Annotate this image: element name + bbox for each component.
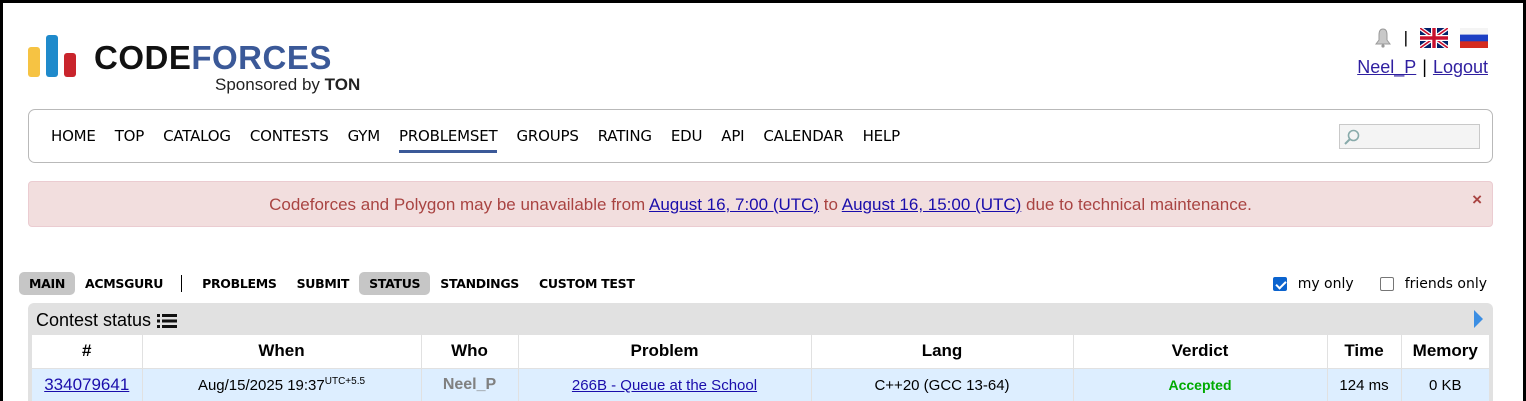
nav-help[interactable]: HELP: [863, 127, 901, 151]
submenu-standings[interactable]: STANDINGS: [430, 272, 529, 295]
submenu-divider: [181, 274, 183, 292]
submenu-status[interactable]: STATUS: [359, 271, 431, 295]
submission-when: Aug/15/2025 19:37UTC+5.5: [142, 367, 422, 401]
submenu-custom-test[interactable]: CUSTOM TEST: [529, 272, 645, 295]
list-icon: [157, 313, 178, 328]
nav-contests[interactable]: CONTESTS: [250, 127, 329, 151]
col-verdict: Verdict: [1073, 335, 1328, 368]
play-arrow-icon[interactable]: [1474, 310, 1483, 328]
nav-rating[interactable]: RATING: [598, 127, 652, 151]
col-problem: Problem: [518, 335, 812, 368]
verdict-badge[interactable]: Accepted: [1168, 377, 1231, 393]
my-only-checkbox[interactable]: [1272, 277, 1287, 291]
page-frame: CODEFORCES Sponsored by TON | Neel_P | L…: [0, 0, 1526, 401]
user-separator: |: [1422, 57, 1427, 77]
submenu-problems[interactable]: PROBLEMS: [192, 272, 287, 295]
main-menu: HOME TOP CATALOG CONTESTS GYM PROBLEMSET…: [28, 109, 1493, 163]
search-input[interactable]: [1339, 124, 1480, 149]
nav-calendar[interactable]: CALENDAR: [763, 127, 843, 151]
col-when: When: [142, 335, 422, 368]
nav-problemset[interactable]: PROBLEMSET: [398, 127, 498, 153]
contest-status-panel: Contest status # When Who Problem Lang V…: [28, 303, 1493, 401]
submenu-main[interactable]: MAIN: [19, 271, 76, 295]
col-who: Who: [421, 335, 519, 368]
nav-edu[interactable]: EDU: [671, 127, 703, 151]
logout-link[interactable]: Logout: [1433, 57, 1488, 77]
submission-memory: 0 KB: [1401, 367, 1489, 401]
submenu-acmsguru[interactable]: ACMSGURU: [75, 272, 173, 295]
second-level-menu: MAIN ACMSGURU PROBLEMS SUBMIT STATUS STA…: [19, 271, 645, 295]
panel-title: Contest status: [36, 310, 178, 331]
my-only-label: my only: [1297, 276, 1354, 292]
nav-home[interactable]: HOME: [51, 127, 96, 151]
logo-wordmark: CODEFORCES: [94, 39, 332, 76]
nav-api[interactable]: API: [721, 127, 744, 151]
nav-gym[interactable]: GYM: [348, 127, 381, 151]
codeforces-logo[interactable]: CODEFORCES Sponsored by TON: [28, 33, 388, 97]
friends-only-label: friends only: [1404, 276, 1487, 292]
nav-groups[interactable]: GROUPS: [516, 127, 578, 151]
col-id: #: [32, 335, 143, 368]
table-header-row: # When Who Problem Lang Verdict Time Mem…: [32, 335, 1489, 368]
russia-flag-icon[interactable]: [1460, 28, 1488, 48]
close-icon[interactable]: ×: [1472, 190, 1482, 210]
submission-time: 124 ms: [1327, 367, 1402, 401]
nav-catalog[interactable]: CATALOG: [163, 127, 231, 151]
status-filters: my only friends only: [1272, 276, 1487, 292]
header-user-area: | Neel_P | Logout: [1357, 27, 1488, 78]
bell-icon[interactable]: [1374, 28, 1392, 48]
table-row: 334079641 Aug/15/2025 19:37UTC+5.5 Neel_…: [32, 367, 1489, 401]
submission-id-link[interactable]: 334079641: [44, 375, 129, 394]
submission-lang: C++20 (GCC 13-64): [811, 367, 1074, 401]
username-link[interactable]: Neel_P: [1357, 57, 1416, 77]
alert-link-end[interactable]: August 16, 15:00 (UTC): [842, 195, 1022, 214]
uk-flag-icon[interactable]: [1420, 28, 1448, 48]
col-time: Time: [1327, 335, 1402, 368]
nav-top[interactable]: TOP: [115, 127, 145, 151]
logo-sponsor: Sponsored by TON: [215, 75, 361, 94]
status-table: # When Who Problem Lang Verdict Time Mem…: [32, 335, 1489, 401]
submenu-submit[interactable]: SUBMIT: [287, 272, 360, 295]
alert-message: Codeforces and Polygon may be unavailabl…: [269, 195, 1252, 214]
alert-link-start[interactable]: August 16, 7:00 (UTC): [649, 195, 819, 214]
lang-separator: |: [1403, 28, 1408, 47]
search-icon: [1344, 129, 1360, 145]
friends-only-checkbox[interactable]: [1379, 277, 1394, 291]
problem-link[interactable]: 266B - Queue at the School: [572, 377, 757, 394]
logo-bars-icon: [28, 33, 80, 77]
maintenance-alert: Codeforces and Polygon may be unavailabl…: [28, 181, 1493, 227]
submission-author[interactable]: Neel_P: [443, 376, 496, 393]
col-memory: Memory: [1401, 335, 1489, 368]
col-lang: Lang: [811, 335, 1074, 368]
